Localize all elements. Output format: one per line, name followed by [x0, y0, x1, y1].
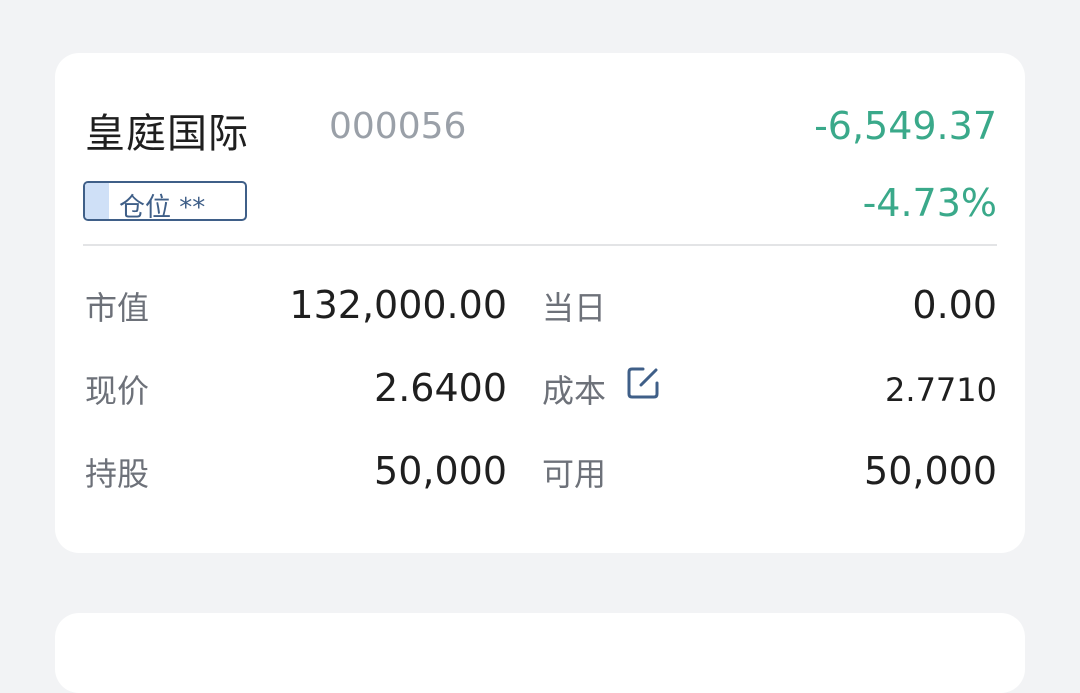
position-label: 仓位 ** [119, 193, 206, 221]
market-value-label: 市值 [85, 289, 150, 327]
position-fill-bar [85, 183, 109, 219]
holding-card[interactable]: 皇庭国际 000056 -6,549.37 -4.73% 仓位 ** 市值 13… [55, 53, 1025, 553]
price-value: 2.6400 [374, 366, 507, 410]
market-value: 132,000.00 [289, 283, 507, 327]
holding-value: 50,000 [374, 449, 507, 493]
divider [83, 244, 997, 246]
holding-label: 持股 [85, 455, 150, 493]
next-holding-card[interactable] [55, 613, 1025, 693]
today-value: 0.00 [912, 283, 997, 327]
available-label: 可用 [542, 455, 607, 493]
position-badge: 仓位 ** [83, 181, 247, 221]
cost-label: 成本 [542, 372, 607, 410]
stock-code: 000056 [329, 106, 467, 147]
edit-icon[interactable] [626, 366, 660, 400]
price-label: 现价 [85, 372, 150, 410]
available-value: 50,000 [864, 449, 997, 493]
pnl-percent: -4.73% [862, 181, 997, 225]
cost-value: 2.7710 [885, 371, 997, 409]
pnl-amount: -6,549.37 [814, 104, 997, 148]
stock-name: 皇庭国际 [85, 111, 249, 157]
today-label: 当日 [542, 289, 607, 327]
